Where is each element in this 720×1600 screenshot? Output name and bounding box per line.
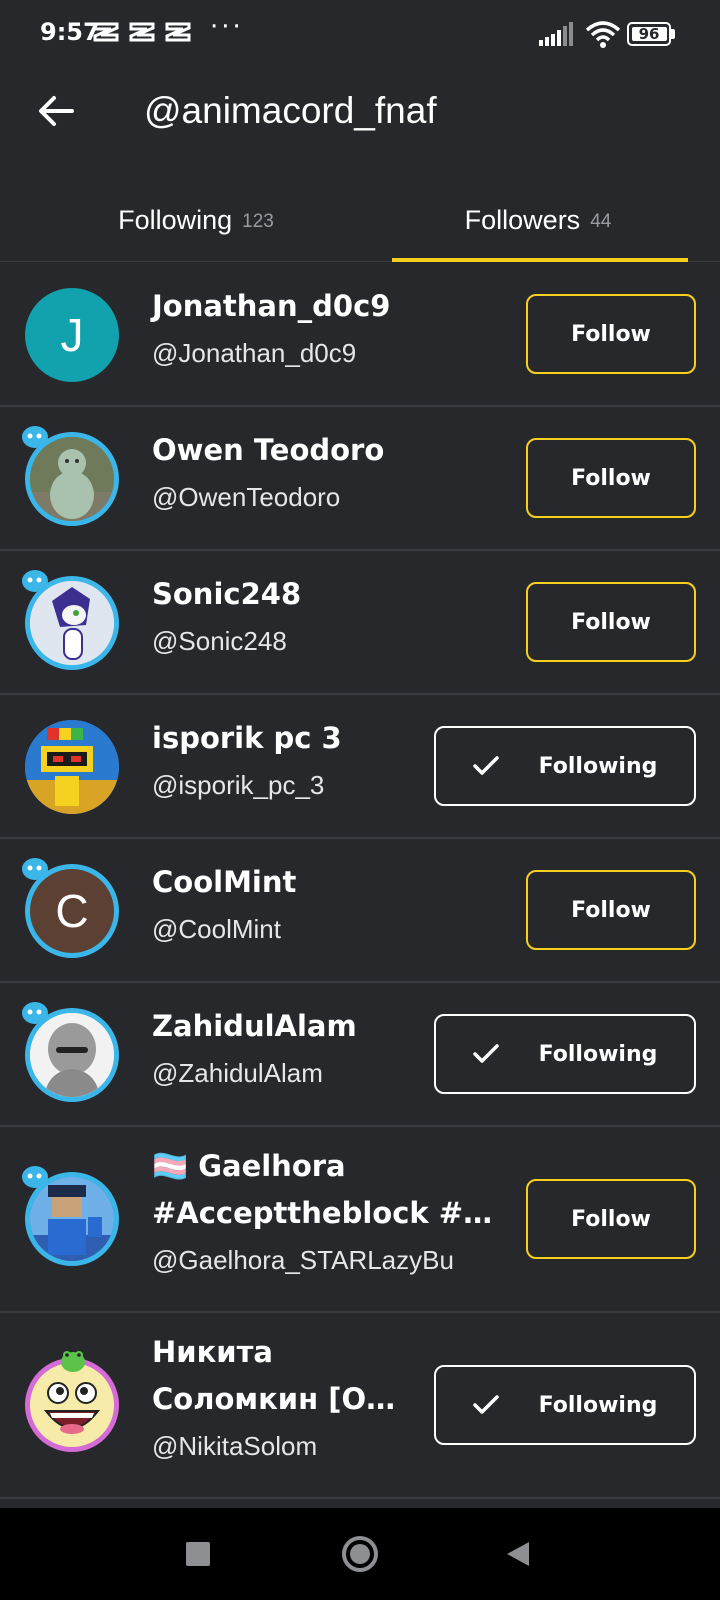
display-name-line2: Соломкин [О… <box>152 1382 396 1416</box>
home-button[interactable] <box>336 1530 384 1578</box>
capcut-notification-icon <box>129 22 155 42</box>
avatar[interactable]: C <box>22 858 122 961</box>
battery-tip <box>671 29 675 39</box>
status-time: 9:57 <box>40 18 100 46</box>
list-item[interactable]: isporik pc 3 @isporik_pc_3 Following <box>0 695 720 839</box>
list-item[interactable]: Никита Соломкин [О… @NikitaSolom Followi… <box>0 1313 720 1499</box>
follow-button[interactable]: Follow <box>526 1179 696 1259</box>
username: @OwenTeodoro <box>152 482 341 512</box>
following-label: Following <box>538 1392 658 1418</box>
username: @Sonic248 <box>152 626 287 656</box>
recents-square-icon <box>186 1542 210 1566</box>
following-label: Following <box>538 1041 658 1067</box>
avatar[interactable] <box>22 717 122 817</box>
overflow-dots: ··· <box>210 12 244 42</box>
roblox-avatar-image <box>30 1177 114 1261</box>
username: @Jonathan_d0c9 <box>152 338 357 368</box>
epic-face-avatar-image <box>30 1363 114 1447</box>
display-name: isporik pc 3 <box>152 721 342 755</box>
username: @ZahidulAlam <box>152 1058 323 1088</box>
figure-avatar-image <box>30 437 114 521</box>
system-nav-bar <box>0 1508 720 1600</box>
avatar[interactable] <box>22 1166 122 1269</box>
list-item[interactable]: Sonic248 @Sonic248 Follow <box>0 551 720 695</box>
status-bar: 9:57 ··· 96 <box>0 0 720 70</box>
following-label: Following <box>538 753 658 779</box>
battery-level: 96 <box>638 25 660 43</box>
tabs: Following 123 Followers 44 <box>0 178 720 262</box>
arrow-left-icon <box>39 96 74 126</box>
ghost-badge-icon <box>22 426 48 448</box>
list-item[interactable]: 🏳️‍⚧️ Gaelhora #Accepttheblock #… @Gaelh… <box>0 1127 720 1313</box>
tab-active-indicator <box>392 258 688 262</box>
following-button[interactable]: Following <box>434 1014 696 1094</box>
follow-button[interactable]: Follow <box>526 294 696 374</box>
tab-followers[interactable]: Followers 44 <box>342 178 720 262</box>
header: @animacord_fnaf <box>0 70 720 156</box>
display-name: 🏳️‍⚧️ Gaelhora <box>152 1149 346 1183</box>
system-back-button[interactable] <box>494 1530 542 1578</box>
display-name: ZahidulAlam <box>152 1009 357 1043</box>
list-item[interactable]: Owen Teodoro @OwenTeodoro Follow <box>0 407 720 551</box>
avatar[interactable] <box>22 1002 122 1105</box>
following-button[interactable]: Following <box>434 726 696 806</box>
ghost-badge-icon <box>22 570 48 592</box>
page-title: @animacord_fnaf <box>144 90 437 131</box>
home-circle-icon <box>342 1536 378 1572</box>
list-item[interactable]: J Jonathan_d0c9 @Jonathan_d0c9 Follow <box>0 263 720 407</box>
username: @CoolMint <box>152 914 281 944</box>
back-button[interactable] <box>30 85 82 137</box>
list-item[interactable]: ZahidulAlam @ZahidulAlam Following <box>0 983 720 1127</box>
display-name: Sonic248 <box>152 577 302 611</box>
check-icon <box>472 1395 499 1414</box>
signal-icon <box>539 22 573 46</box>
username: @NikitaSolom <box>152 1431 318 1461</box>
avatar[interactable] <box>22 1351 122 1455</box>
tab-followers-count: 44 <box>590 210 612 232</box>
follow-button[interactable]: Follow <box>526 582 696 662</box>
tab-following-label: Following <box>118 204 233 235</box>
tab-following-count: 123 <box>242 210 274 232</box>
capcut-notification-icon <box>165 22 191 42</box>
avatar[interactable]: J <box>22 285 122 385</box>
capcut-notification-icon <box>93 22 119 42</box>
back-triangle-icon <box>507 1542 529 1566</box>
display-name: Owen Teodoro <box>152 433 385 467</box>
ghost-badge-icon <box>22 1166 48 1188</box>
wifi-icon <box>585 21 621 48</box>
pixel-robot-avatar-image <box>25 720 119 814</box>
avatar[interactable] <box>22 570 122 673</box>
check-icon <box>472 1044 499 1063</box>
avatar-letter: J <box>25 288 119 382</box>
display-name: Никита <box>152 1335 273 1369</box>
followers-list: J Jonathan_d0c9 @Jonathan_d0c9 Follow Ow… <box>0 263 720 1499</box>
avatar[interactable] <box>22 426 122 529</box>
battery-icon: 96 <box>627 22 675 46</box>
tab-followers-label: Followers <box>464 204 581 235</box>
display-name-line2: #Accepttheblock #… <box>152 1196 493 1230</box>
username: @Gaelhora_STARLazyBu <box>152 1245 454 1275</box>
hooded-figure-avatar-image <box>30 1013 114 1097</box>
ghost-badge-icon <box>22 1002 48 1024</box>
follow-button[interactable]: Follow <box>526 438 696 518</box>
check-icon <box>472 756 499 775</box>
username: @isporik_pc_3 <box>152 770 325 800</box>
display-name: Jonathan_d0c9 <box>152 289 391 323</box>
follow-button[interactable]: Follow <box>526 870 696 950</box>
display-name: CoolMint <box>152 865 297 899</box>
avatar-image <box>25 720 119 814</box>
ghost-badge-icon <box>22 858 48 880</box>
tab-following[interactable]: Following 123 <box>0 178 392 262</box>
list-item[interactable]: C CoolMint @CoolMint Follow <box>0 839 720 983</box>
frog-badge-icon <box>61 1351 85 1372</box>
cartoon-avatar-image <box>30 581 114 665</box>
following-button[interactable]: Following <box>434 1365 696 1445</box>
recents-button[interactable] <box>174 1530 222 1578</box>
